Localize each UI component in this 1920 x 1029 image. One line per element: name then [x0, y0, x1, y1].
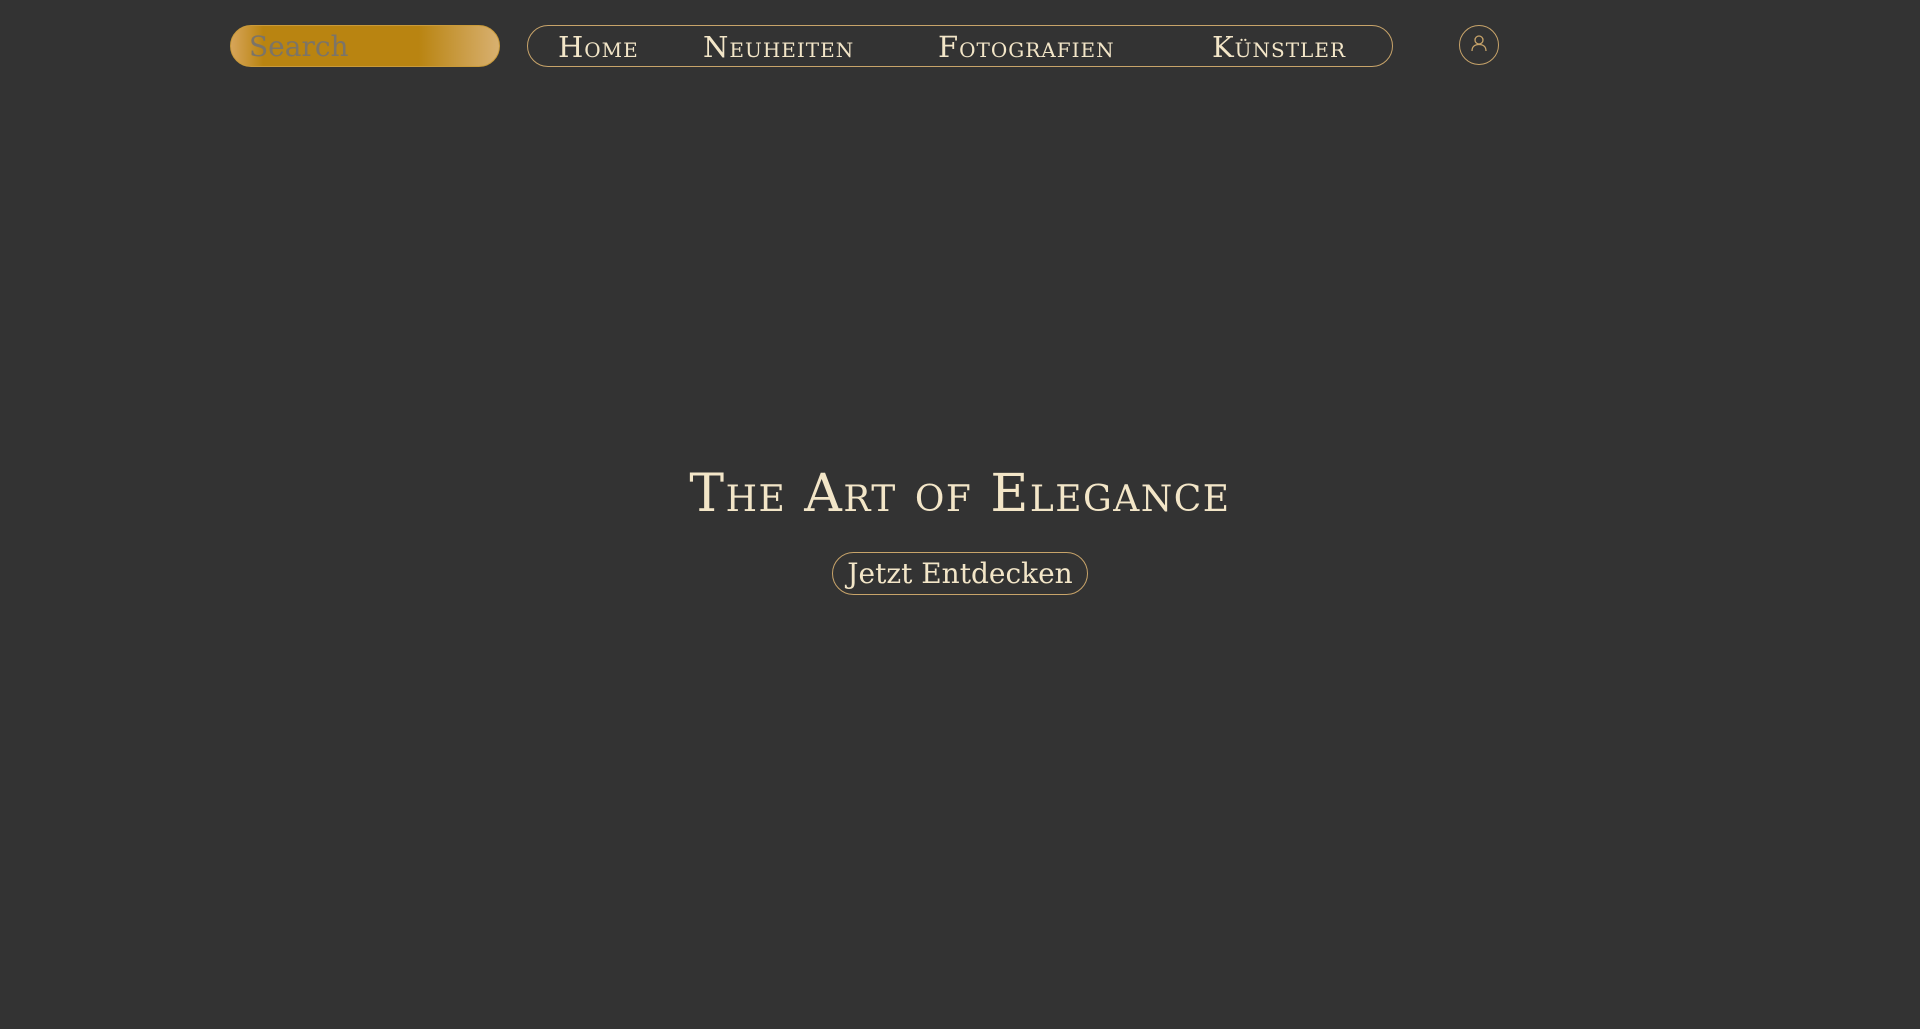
nav-item-home[interactable]: Home	[558, 26, 639, 66]
discover-button[interactable]: Jetzt Entdecken	[832, 552, 1088, 595]
search-input[interactable]	[230, 25, 500, 67]
main-nav: Home Neuheiten Fotografien Künstler	[527, 25, 1393, 67]
nav-item-kuenstler[interactable]: Künstler	[1212, 26, 1346, 66]
hero-title: The Art of Elegance	[689, 464, 1231, 524]
user-icon	[1469, 33, 1489, 57]
user-account-button[interactable]	[1459, 25, 1499, 65]
nav-item-neuheiten[interactable]: Neuheiten	[703, 26, 854, 66]
nav-item-fotografien[interactable]: Fotografien	[938, 26, 1115, 66]
